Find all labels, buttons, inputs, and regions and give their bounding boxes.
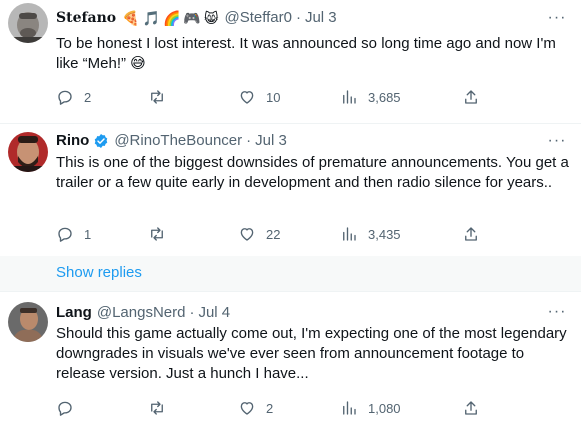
share-icon xyxy=(465,401,477,415)
tweet-date[interactable]: Jul 4 xyxy=(198,303,230,323)
reply-button[interactable]: 2 xyxy=(56,88,91,106)
reply-icon xyxy=(58,401,72,416)
retweet-button[interactable] xyxy=(148,399,176,417)
like-icon xyxy=(240,402,254,415)
like-button[interactable]: 22 xyxy=(238,225,280,243)
views-button[interactable]: 3,435 xyxy=(340,225,401,243)
views-button[interactable]: 1,080 xyxy=(340,399,401,417)
reply-button[interactable] xyxy=(56,399,84,417)
tweet-text: This is one of the biggest downsides of … xyxy=(56,154,569,191)
tweet-text: Should this game actually come out, I'm … xyxy=(56,325,567,382)
views-count: 3,685 xyxy=(368,89,401,105)
cat-emoji: 😸 xyxy=(203,10,219,26)
tweet-header: Rino @RinoTheBouncer · Jul 3 xyxy=(56,131,287,151)
views-icon xyxy=(343,227,356,241)
user-handle[interactable]: @Steffar0 xyxy=(224,8,292,28)
display-name[interactable]: Rino xyxy=(56,131,89,151)
tweet-date[interactable]: Jul 3 xyxy=(255,131,287,151)
more-icon[interactable]: ··· xyxy=(547,8,567,28)
reply-count: 1 xyxy=(84,226,92,242)
pizza-emoji: 🍕 xyxy=(122,10,140,26)
reply-icon xyxy=(58,227,72,242)
views-icon xyxy=(343,401,356,415)
avatar-stefano[interactable] xyxy=(8,3,48,43)
tweet-stefano[interactable]: Stefano 🍕 🎵 🌈 🎮 😸 @Steffar0 · Jul 3 ··· … xyxy=(0,0,581,123)
tweet-header: Lang @LangsNerd · Jul 4 xyxy=(56,303,230,323)
verified-badge-icon xyxy=(95,134,108,148)
tweet-text: To be honest I lost interest. It was ann… xyxy=(56,35,556,72)
views-button[interactable]: 3,685 xyxy=(340,88,401,106)
like-count: 2 xyxy=(266,400,274,416)
music-note-emoji: 🎵 xyxy=(142,10,160,26)
retweet-icon xyxy=(151,90,163,104)
show-replies-label[interactable]: Show replies xyxy=(56,264,142,281)
like-count: 10 xyxy=(266,89,281,105)
more-icon[interactable]: ··· xyxy=(547,131,567,151)
share-icon xyxy=(465,90,477,104)
reply-count: 2 xyxy=(84,89,92,105)
user-handle[interactable]: @LangsNerd xyxy=(97,303,186,323)
share-button[interactable] xyxy=(462,225,480,243)
like-count: 22 xyxy=(266,226,281,242)
display-name[interactable]: Lang xyxy=(56,303,92,323)
display-name[interactable]: Stefano xyxy=(56,8,116,28)
views-icon xyxy=(343,90,356,104)
show-replies-button[interactable]: Show replies xyxy=(0,256,581,291)
reply-button[interactable]: 1 xyxy=(56,225,91,243)
avatar-lang[interactable] xyxy=(8,302,48,342)
share-button[interactable] xyxy=(462,399,480,417)
game-controller-emoji: 🎮 xyxy=(183,10,201,26)
rainbow-emoji: 🌈 xyxy=(162,10,181,26)
retweet-icon xyxy=(151,227,163,241)
retweet-button[interactable] xyxy=(148,225,176,243)
views-count: 1,080 xyxy=(368,400,401,416)
avatar-rino[interactable] xyxy=(8,132,48,172)
tweet-lang[interactable]: Lang @LangsNerd · Jul 4 ··· Should this … xyxy=(0,292,581,426)
views-count: 3,435 xyxy=(368,226,401,242)
separator-dot: · xyxy=(295,9,301,26)
separator-dot: · xyxy=(189,304,195,321)
retweet-icon xyxy=(151,401,163,415)
like-icon xyxy=(240,228,254,241)
tweet-date[interactable]: Jul 3 xyxy=(305,8,337,28)
user-handle[interactable]: @RinoTheBouncer xyxy=(114,131,242,151)
tweet-rino[interactable]: Rino @RinoTheBouncer · Jul 3 ··· This is… xyxy=(0,124,581,254)
like-icon xyxy=(240,91,254,104)
separator-dot: · xyxy=(246,132,252,149)
tweet-header: Stefano 🍕 🎵 🌈 🎮 😸 @Steffar0 · Jul 3 xyxy=(56,8,337,28)
like-button[interactable]: 2 xyxy=(238,399,273,417)
share-icon xyxy=(465,227,477,241)
more-icon[interactable]: ··· xyxy=(547,302,567,322)
like-button[interactable]: 10 xyxy=(238,88,280,106)
retweet-button[interactable] xyxy=(148,88,176,106)
share-button[interactable] xyxy=(462,88,480,106)
reply-icon xyxy=(58,90,72,105)
